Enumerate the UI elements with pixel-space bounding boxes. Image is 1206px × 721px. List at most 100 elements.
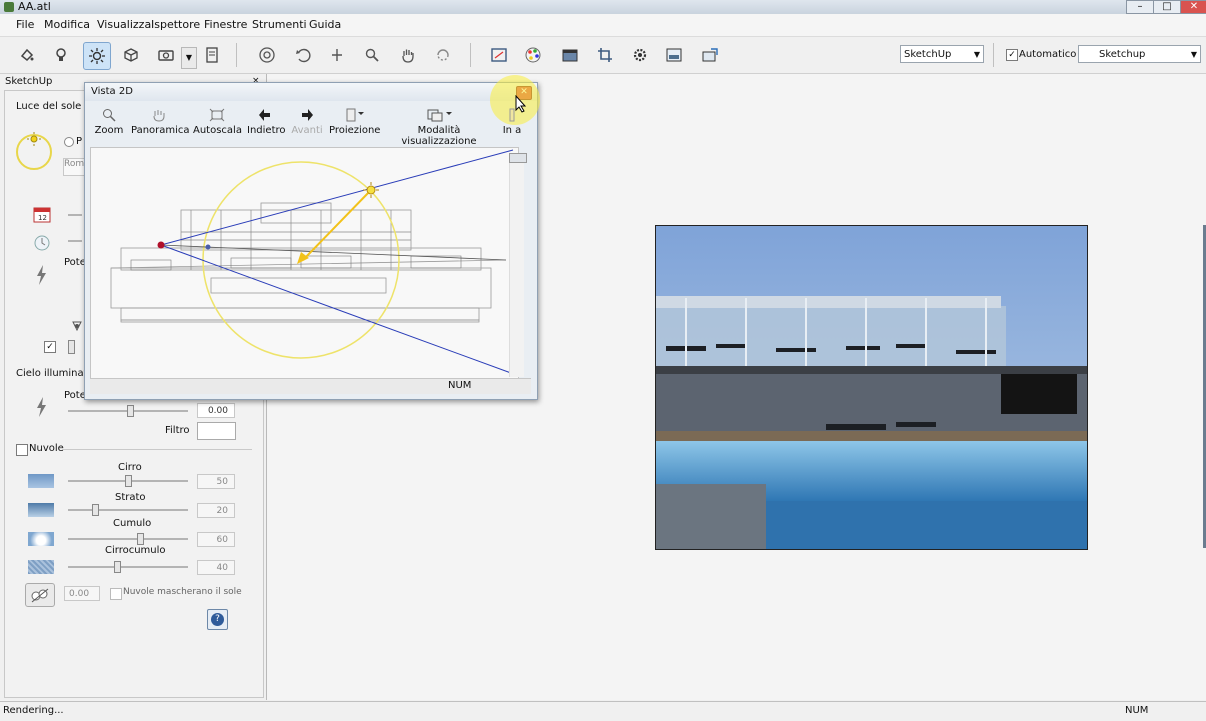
cumulus-label: Cumulo <box>113 518 152 529</box>
vista-autoscale-tool[interactable]: Autoscala <box>193 107 242 136</box>
cirrocumulus-value[interactable]: 40 <box>197 560 235 575</box>
sun-shadow-checkbox[interactable]: ✓ <box>44 341 56 353</box>
filter-color-swatch[interactable] <box>197 422 236 440</box>
calendar-icon[interactable]: 12 <box>33 205 51 226</box>
document-icon[interactable] <box>199 42 225 68</box>
toolbar-separator <box>236 43 237 67</box>
pan-view-icon[interactable] <box>324 42 350 68</box>
menu-finestre[interactable]: Finestre <box>204 18 247 31</box>
cirrus-value[interactable]: 50 <box>197 474 235 489</box>
material-bucket-icon[interactable] <box>14 42 40 68</box>
camera-icon[interactable] <box>153 42 179 68</box>
object-cube-icon[interactable] <box>118 42 144 68</box>
app-icon <box>4 2 14 12</box>
status-bar: Rendering... NUM <box>0 701 1206 721</box>
vista-projection-tool[interactable]: Proiezione <box>329 107 380 136</box>
environment-select[interactable]: Sketchup ▼ <box>1078 45 1201 63</box>
renderer-select[interactable]: SketchUp ▼ <box>900 45 984 63</box>
cumulus-slider-thumb[interactable] <box>137 533 144 545</box>
render-preview-image[interactable] <box>655 225 1088 550</box>
cumulus-value[interactable]: 60 <box>197 532 235 547</box>
menu-modifica[interactable]: Modifica <box>44 18 90 31</box>
light-bulb-icon[interactable] <box>48 42 74 68</box>
cloud-offset-button[interactable] <box>25 583 55 607</box>
render-window-icon[interactable] <box>557 42 583 68</box>
mask-sun-label: Nuvole mascherano il sole <box>123 587 242 597</box>
image-preview-icon[interactable] <box>661 42 687 68</box>
menu-visualizza[interactable]: Visualizza <box>97 18 151 31</box>
vista-pan-tool[interactable]: Panoramica <box>131 107 190 136</box>
sky-power-slider-thumb[interactable] <box>127 405 134 417</box>
cirrocumulus-slider-thumb[interactable] <box>114 561 121 573</box>
cirrus-label: Cirro <box>118 462 142 473</box>
date-slider[interactable] <box>68 214 82 216</box>
vista-title: Vista 2D <box>91 86 133 97</box>
refresh-icon[interactable] <box>430 42 456 68</box>
clouds-divider <box>62 449 252 450</box>
vista-in-a-tool[interactable]: In a <box>497 107 527 136</box>
renderer-select-value: SketchUp <box>904 49 952 60</box>
crop-icon[interactable] <box>592 42 618 68</box>
window-title: AA.atl <box>18 0 51 13</box>
color-palette-icon[interactable] <box>520 42 546 68</box>
sky-power-value[interactable]: 0.00 <box>197 403 235 418</box>
automatico-checkbox[interactable]: ✓ <box>1006 49 1018 61</box>
cirrocumulus-slider[interactable] <box>68 566 188 568</box>
hand-icon[interactable] <box>395 42 421 68</box>
vista-2d-window: Vista 2D ✕ Zoom Panoramica Autoscala Ind… <box>84 75 540 400</box>
minimize-button[interactable]: – <box>1126 0 1154 14</box>
main-toolbar: ▼ SketchUp ▼ ✓ Automatico Sketchup ▼ <box>0 37 1206 74</box>
vista-display-mode-label: Modalità visualizzazione <box>401 125 477 147</box>
projection-icon <box>329 107 379 123</box>
zoom-icon[interactable] <box>359 42 385 68</box>
vista-in-a-label: In a <box>502 125 522 136</box>
arrow-right-icon <box>289 107 325 123</box>
settings-gear-icon[interactable] <box>627 42 653 68</box>
overflow-icon <box>497 107 527 123</box>
clouds-label: Nuvole <box>29 443 64 454</box>
cumulus-slider[interactable] <box>68 538 188 540</box>
mask-sun-checkbox[interactable] <box>110 588 122 600</box>
menu-file[interactable]: File <box>16 18 34 31</box>
clock-icon[interactable] <box>33 234 51 255</box>
viewport-icon[interactable] <box>486 42 512 68</box>
cloud-offset-value[interactable]: 0.00 <box>64 586 100 601</box>
cirrus-slider-thumb[interactable] <box>125 475 132 487</box>
maximize-button[interactable]: □ <box>1153 0 1181 14</box>
stratus-value[interactable]: 20 <box>197 503 235 518</box>
menu-strumenti[interactable]: Strumenti <box>252 18 307 31</box>
magnifier-icon <box>91 107 127 123</box>
undo-view-icon[interactable] <box>290 42 316 68</box>
vista-2d-canvas[interactable] <box>90 147 519 379</box>
menu-bar: File Modifica Visualizza Ispettore Fines… <box>0 14 1206 37</box>
close-button[interactable]: ✕ <box>1180 0 1206 14</box>
stratus-slider[interactable] <box>68 509 188 511</box>
vista-forward-tool[interactable]: Avanti <box>289 107 325 136</box>
cirrocumulus-label: Cirrocumulo <box>105 545 166 556</box>
vista-display-mode-tool[interactable]: Modalità visualizzazione <box>383 107 495 147</box>
status-text: Rendering... <box>3 705 64 716</box>
vista-scroll-thumb[interactable] <box>509 153 527 163</box>
sun-tool-icon[interactable] <box>83 42 111 70</box>
sun-mode-radio[interactable] <box>64 137 74 147</box>
menu-ispettore[interactable]: Ispettore <box>151 18 200 31</box>
stratus-label: Strato <box>115 492 146 503</box>
orbit-icon[interactable] <box>254 42 280 68</box>
camera-dropdown-arrow[interactable]: ▼ <box>181 47 197 69</box>
display-mode-icon <box>383 107 495 123</box>
stratus-slider-thumb[interactable] <box>92 504 99 516</box>
menu-guida[interactable]: Guida <box>309 18 341 31</box>
clouds-checkbox[interactable] <box>16 444 28 456</box>
sun-power-label: Pote <box>64 257 86 268</box>
vista-vertical-scrollbar[interactable] <box>509 153 524 377</box>
vista-zoom-tool[interactable]: Zoom <box>91 107 127 136</box>
vista-toolbar: Zoom Panoramica Autoscala Indietro Avant… <box>91 107 531 147</box>
sun-shadow-slider-thumb[interactable] <box>68 340 75 354</box>
time-slider[interactable] <box>68 240 82 242</box>
help-button[interactable]: ? <box>207 609 228 630</box>
location-field[interactable]: Rom <box>63 158 85 176</box>
export-icon[interactable] <box>697 42 723 68</box>
vista-titlebar[interactable] <box>85 83 537 101</box>
vista-back-tool[interactable]: Indietro <box>247 107 286 136</box>
cumulus-cloud-icon <box>28 532 54 546</box>
